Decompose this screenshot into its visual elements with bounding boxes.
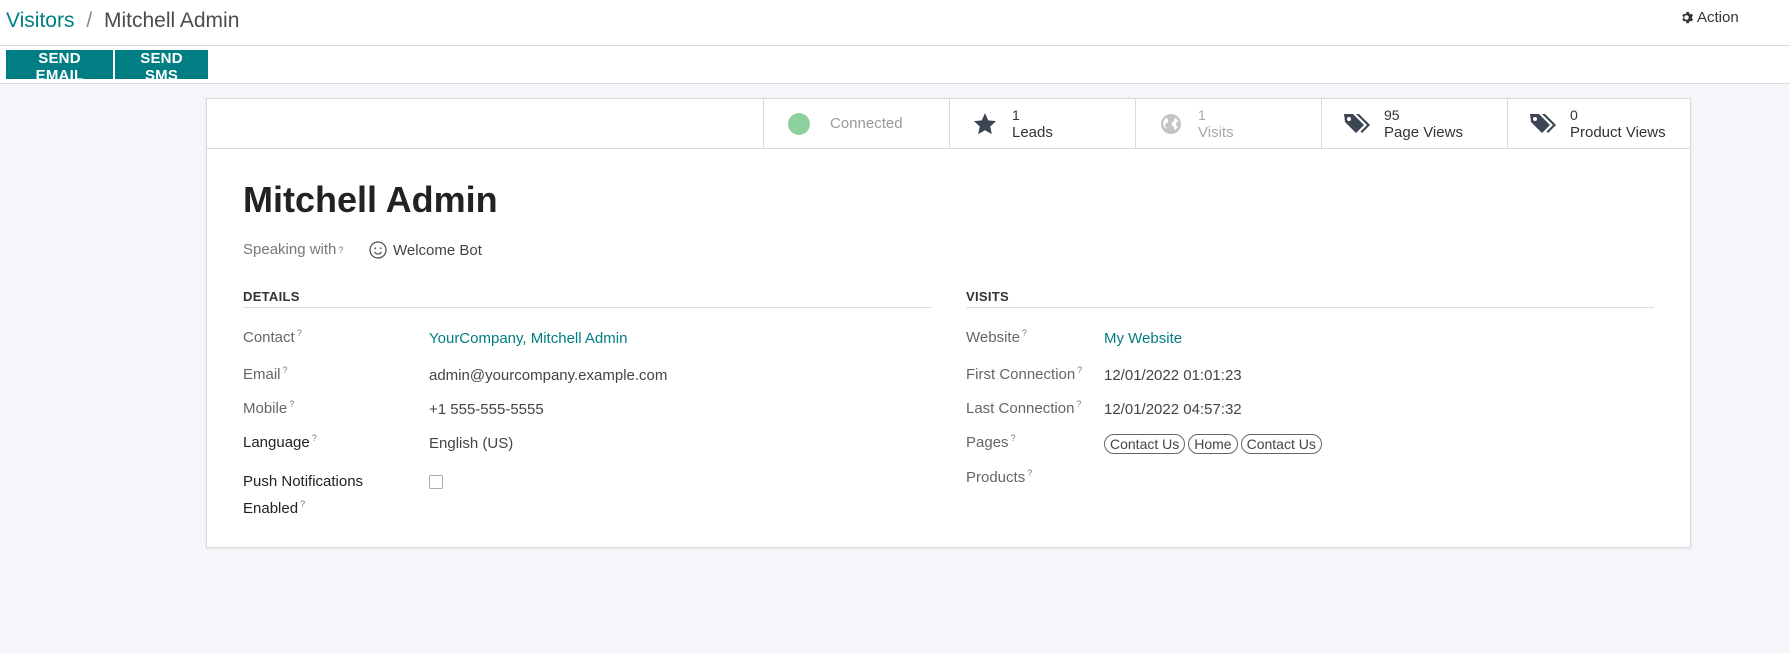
- breadcrumb: Visitors / Mitchell Admin: [6, 9, 239, 33]
- mobile-value: +1 555-555-5555: [429, 401, 544, 418]
- button-box: Connected 1 Leads 1 Visits 95 Page Views 0P…: [207, 99, 1690, 149]
- leads-stat-button[interactable]: 1 Leads: [949, 99, 1135, 148]
- speaking-with-value[interactable]: Welcome Bot: [369, 241, 482, 259]
- visits-label: Visits: [1198, 123, 1234, 141]
- connected-label: Connected: [830, 115, 903, 132]
- page-tag[interactable]: Home: [1188, 434, 1238, 454]
- visits-stat-button[interactable]: 1 Visits: [1135, 99, 1321, 148]
- speaking-with-text: Speaking with: [243, 241, 337, 258]
- status-dot-icon: [782, 112, 816, 135]
- first-connection-label: First Connection?: [966, 365, 1083, 383]
- control-panel-top: Visitors / Mitchell Admin Action: [0, 0, 1790, 46]
- smiley-icon: [369, 241, 387, 259]
- send-email-button[interactable]: SEND EMAIL: [6, 50, 113, 84]
- language-label: Language?: [243, 433, 317, 451]
- page-views-count: 95: [1384, 106, 1400, 123]
- push-notifications-label: Push Notifications Enabled?: [243, 473, 364, 517]
- help-mark: ?: [338, 244, 344, 255]
- send-sms-button[interactable]: SEND SMS: [115, 50, 208, 84]
- visits-section-title: VISITS: [966, 289, 1009, 304]
- connected-stat: Connected: [763, 99, 949, 148]
- pages-label: Pages?: [966, 433, 1016, 451]
- globe-icon: [1154, 112, 1188, 136]
- leads-count: 1: [1012, 106, 1020, 123]
- last-connection-value: 12/01/2022 04:57:32: [1104, 401, 1242, 418]
- website-value-link[interactable]: My Website: [1104, 330, 1182, 347]
- record-title: Mitchell Admin: [243, 179, 498, 220]
- visits-divider: [966, 307, 1654, 308]
- last-connection-label: Last Connection?: [966, 399, 1082, 417]
- website-label: Website?: [966, 328, 1027, 346]
- action-label: Action: [1697, 9, 1739, 26]
- visits-count: 1: [1198, 106, 1206, 123]
- button-bar: SEND EMAIL SEND SMS: [0, 46, 1790, 84]
- details-divider: [243, 307, 931, 308]
- first-connection-value: 12/01/2022 01:01:23: [1104, 367, 1242, 384]
- breadcrumb-current: Mitchell Admin: [104, 9, 240, 32]
- page-views-stat-button[interactable]: 95 Page Views: [1321, 99, 1507, 148]
- page-tag[interactable]: Contact Us: [1104, 434, 1186, 454]
- page-views-label: Page Views: [1384, 123, 1463, 141]
- product-views-stat-button[interactable]: 0 Product Views: [1507, 99, 1692, 148]
- email-value: admin@yourcompany.example.com: [429, 367, 668, 384]
- action-menu-button[interactable]: Action: [1680, 9, 1739, 26]
- breadcrumb-visitors-link[interactable]: Visitors: [6, 9, 74, 32]
- speaking-with-label: Speaking with?: [243, 241, 343, 258]
- contact-value-link[interactable]: YourCompany, Mitchell Admin: [429, 330, 627, 347]
- leads-label: Leads: [1012, 123, 1053, 141]
- email-label: Email?: [243, 365, 288, 383]
- push-notifications-checkbox[interactable]: [429, 475, 443, 489]
- tags-icon: [1526, 112, 1560, 136]
- mobile-label: Mobile?: [243, 399, 295, 417]
- details-section-title: DETAILS: [243, 289, 300, 304]
- gear-icon: [1682, 11, 1693, 24]
- welcome-bot-name: Welcome Bot: [393, 241, 482, 259]
- product-views-label: Product Views: [1570, 123, 1666, 141]
- language-value: English (US): [429, 435, 514, 452]
- tags-icon: [1340, 112, 1374, 136]
- products-label: Products?: [966, 468, 1033, 486]
- contact-label: Contact?: [243, 328, 302, 346]
- star-icon: [968, 111, 1002, 137]
- product-views-count: 0: [1570, 106, 1578, 123]
- form-sheet: Connected 1 Leads 1 Visits 95 Page Views 0P…: [206, 98, 1691, 548]
- page-tag[interactable]: Contact Us: [1240, 434, 1322, 454]
- breadcrumb-separator: /: [86, 9, 93, 32]
- pages-tags: Contact Us Home Contact Us: [1104, 434, 1325, 454]
